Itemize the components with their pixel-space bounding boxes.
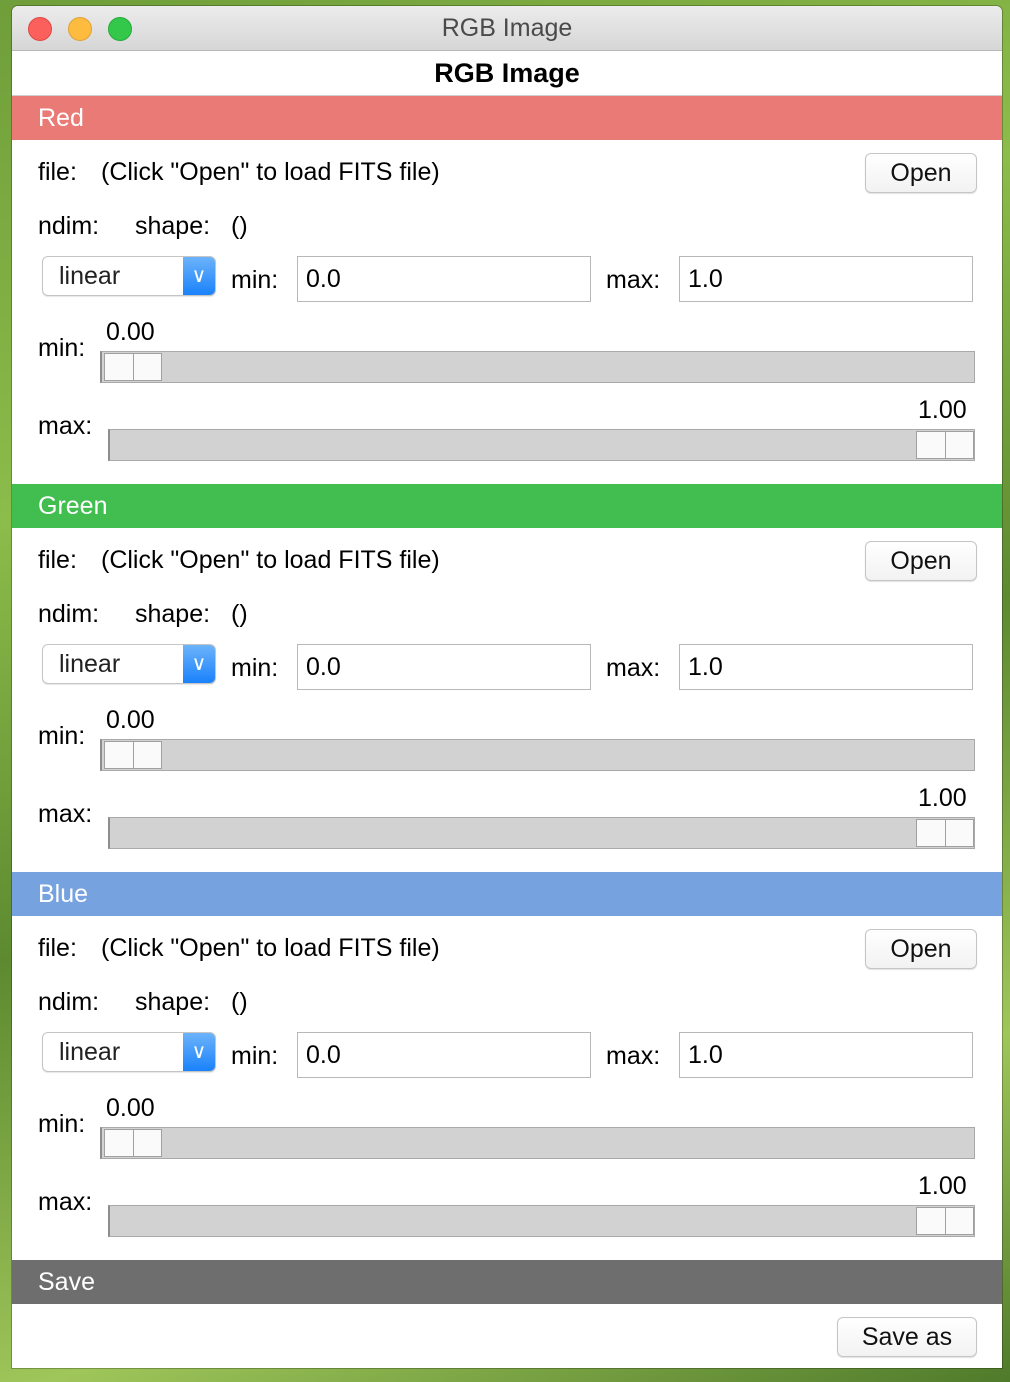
green-min-input[interactable]: 0.0 — [297, 644, 591, 690]
green-stretch-select[interactable]: linear ∨ — [42, 644, 216, 684]
red-max-input[interactable]: 1.0 — [679, 256, 973, 302]
blue-stretch-value: linear — [59, 1038, 121, 1066]
blue-section-header: Blue — [12, 872, 1002, 916]
blue-open-button[interactable]: Open — [865, 929, 977, 969]
red-max-slider[interactable] — [108, 429, 975, 461]
chevron-down-icon: ∨ — [183, 645, 215, 683]
green-max-slider[interactable] — [108, 817, 975, 849]
rgb-image-window: RGB Image RGB Image Red file: (Click "Op… — [12, 6, 1002, 1368]
blue-max-slider-handle[interactable] — [916, 1207, 974, 1235]
red-section-header: Red — [12, 96, 1002, 140]
green-section-header: Green — [12, 484, 1002, 528]
green-max-slider-handle[interactable] — [916, 819, 974, 847]
green-ndim-label: ndim: — [38, 600, 100, 628]
red-file-value: (Click "Open" to load FITS file) — [101, 158, 440, 186]
red-min-slider-handle[interactable] — [104, 353, 162, 381]
red-min-slider[interactable] — [100, 351, 975, 383]
green-min-slider-handle[interactable] — [104, 741, 162, 769]
red-slider-min-value: 0.00 — [106, 318, 155, 346]
save-as-button[interactable]: Save as — [837, 1317, 977, 1357]
green-shape-value: () — [231, 600, 248, 628]
green-slider-max-label: max: — [38, 800, 93, 828]
green-open-button[interactable]: Open — [865, 541, 977, 581]
blue-min-slider[interactable] — [100, 1127, 975, 1159]
save-section-header: Save — [12, 1260, 1002, 1304]
red-slider-max-value: 1.00 — [918, 396, 967, 424]
blue-min-label: min: — [231, 1042, 279, 1070]
green-max-input[interactable]: 1.0 — [679, 644, 973, 690]
blue-shape-label: shape: — [135, 988, 211, 1016]
red-max-slider-handle[interactable] — [916, 431, 974, 459]
blue-slider-max-value: 1.00 — [918, 1172, 967, 1200]
chevron-down-icon: ∨ — [183, 1033, 215, 1071]
green-stretch-value: linear — [59, 650, 121, 678]
title-bar: RGB Image — [12, 6, 1002, 51]
red-shape-value: () — [231, 212, 248, 240]
green-file-label: file: — [38, 546, 77, 574]
blue-max-label: max: — [606, 1042, 661, 1070]
red-ndim-label: ndim: — [38, 212, 100, 240]
blue-min-slider-handle[interactable] — [104, 1129, 162, 1157]
red-max-label: max: — [606, 266, 661, 294]
window-title: RGB Image — [441, 14, 573, 42]
red-min-label: min: — [231, 266, 279, 294]
blue-slider-max-label: max: — [38, 1188, 93, 1216]
red-min-input[interactable]: 0.0 — [297, 256, 591, 302]
blue-stretch-select[interactable]: linear ∨ — [42, 1032, 216, 1072]
blue-file-label: file: — [38, 934, 77, 962]
green-min-slider[interactable] — [100, 739, 975, 771]
green-max-label: max: — [606, 654, 661, 682]
red-slider-min-label: min: — [38, 334, 86, 362]
red-file-label: file: — [38, 158, 77, 186]
blue-ndim-label: ndim: — [38, 988, 100, 1016]
blue-max-input[interactable]: 1.0 — [679, 1032, 973, 1078]
red-shape-label: shape: — [135, 212, 211, 240]
green-slider-min-value: 0.00 — [106, 706, 155, 734]
green-shape-label: shape: — [135, 600, 211, 628]
red-stretch-value: linear — [59, 262, 121, 290]
blue-min-input[interactable]: 0.0 — [297, 1032, 591, 1078]
green-file-value: (Click "Open" to load FITS file) — [101, 546, 440, 574]
red-open-button[interactable]: Open — [865, 153, 977, 193]
chevron-down-icon: ∨ — [183, 257, 215, 295]
green-min-label: min: — [231, 654, 279, 682]
blue-max-slider[interactable] — [108, 1205, 975, 1237]
green-slider-max-value: 1.00 — [918, 784, 967, 812]
blue-slider-min-value: 0.00 — [106, 1094, 155, 1122]
red-stretch-select[interactable]: linear ∨ — [42, 256, 216, 296]
blue-slider-min-label: min: — [38, 1110, 86, 1138]
green-slider-min-label: min: — [38, 722, 86, 750]
red-slider-max-label: max: — [38, 412, 93, 440]
page-title: RGB Image — [12, 51, 1002, 97]
blue-shape-value: () — [231, 988, 248, 1016]
blue-file-value: (Click "Open" to load FITS file) — [101, 934, 440, 962]
